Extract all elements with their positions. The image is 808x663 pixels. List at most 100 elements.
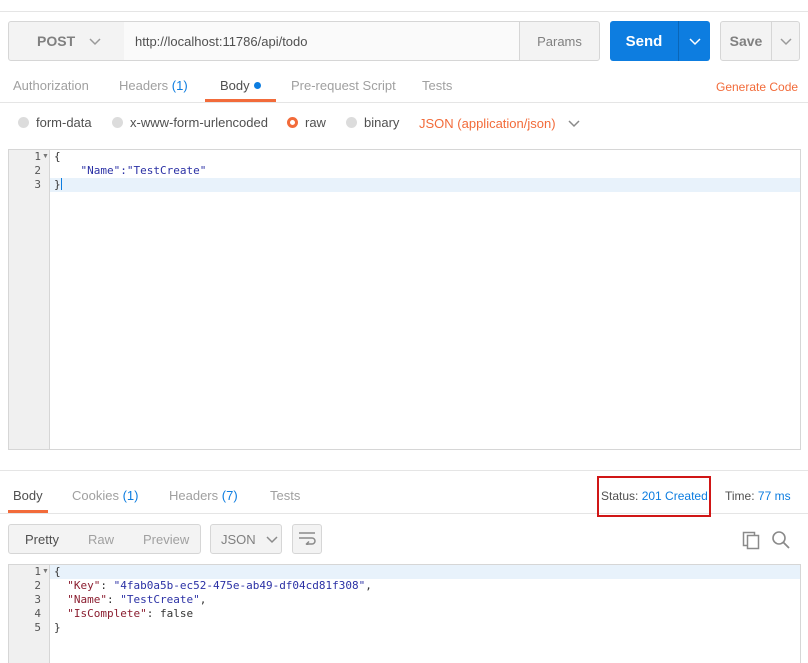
tab-tests[interactable]: Tests bbox=[422, 78, 452, 93]
tab-pre-request-script[interactable]: Pre-request Script bbox=[291, 78, 396, 93]
code-line: { bbox=[54, 150, 61, 163]
line-gutter bbox=[9, 150, 50, 449]
tab-label: Tests bbox=[270, 488, 301, 503]
code-line: "Name":"TestCreate" bbox=[54, 164, 207, 177]
json-key: "Name" bbox=[67, 593, 107, 606]
line-number: 1 bbox=[34, 150, 41, 163]
fold-arrow-icon[interactable]: ▼ bbox=[42, 150, 49, 164]
save-button[interactable]: Save bbox=[721, 22, 771, 60]
send-label: Send bbox=[625, 32, 663, 50]
tab-label: Body bbox=[13, 488, 43, 503]
status-highlight-box bbox=[597, 476, 711, 517]
code-line: } bbox=[54, 621, 61, 635]
code-line: { bbox=[54, 565, 61, 579]
radio-circle-icon bbox=[112, 117, 123, 128]
save-options-button[interactable] bbox=[772, 22, 799, 60]
tab-label: Headers bbox=[169, 488, 219, 503]
tab-label: Cookies bbox=[72, 488, 119, 503]
radio-circle-icon bbox=[18, 117, 29, 128]
time-readout: Time: 77 ms bbox=[725, 489, 791, 503]
fold-arrow-icon[interactable]: ▼ bbox=[42, 565, 49, 579]
chevron-down-icon bbox=[568, 116, 580, 131]
generate-code-link[interactable]: Generate Code bbox=[716, 80, 798, 94]
line-number: 1 bbox=[34, 565, 41, 578]
response-body-viewer[interactable]: 1 ▼ 2 3 4 5 { "Key": "4fab0a5b-ec52-475e… bbox=[8, 564, 801, 663]
json-key: "IsComplete" bbox=[67, 607, 147, 620]
modified-dot-icon bbox=[253, 82, 261, 89]
code-text: } bbox=[54, 178, 61, 191]
json-key: "Key" bbox=[67, 579, 101, 592]
tab-authorization[interactable]: Authorization bbox=[13, 78, 89, 93]
response-tab-tests[interactable]: Tests bbox=[270, 488, 300, 503]
send-button[interactable]: Send bbox=[610, 21, 678, 61]
format-label: JSON bbox=[221, 531, 256, 547]
params-button[interactable]: Params bbox=[519, 21, 600, 61]
line-number: 3 bbox=[34, 178, 41, 191]
send-button-group: Send bbox=[610, 21, 710, 61]
json-value: "TestCreate" bbox=[120, 593, 200, 606]
tab-label: Headers bbox=[119, 78, 169, 93]
radio-label: form-data bbox=[36, 115, 92, 130]
response-tab-body[interactable]: Body bbox=[13, 488, 43, 503]
response-tab-headers[interactable]: Headers (7) bbox=[169, 488, 238, 503]
line-number: 2 bbox=[34, 164, 41, 177]
tab-label: Pre-request Script bbox=[291, 78, 396, 93]
time-label: Time: bbox=[725, 489, 755, 503]
url-input[interactable]: http://localhost:11786/api/todo bbox=[124, 21, 520, 61]
tab-count: (7) bbox=[221, 488, 238, 503]
response-divider bbox=[0, 470, 808, 471]
radio-label: x-www-form-urlencoded bbox=[130, 115, 268, 130]
view-raw-button[interactable]: Raw bbox=[88, 532, 114, 547]
line-number: 5 bbox=[34, 621, 41, 634]
chevron-down-icon bbox=[779, 34, 792, 49]
view-preview-button[interactable]: Preview bbox=[143, 532, 189, 547]
line-number: 2 bbox=[34, 579, 41, 592]
radio-form-data[interactable]: form-data bbox=[18, 115, 92, 130]
tab-body[interactable]: Body bbox=[220, 78, 261, 93]
radio-circle-icon bbox=[346, 117, 357, 128]
code-line: "IsComplete": false bbox=[67, 607, 194, 620]
tab-headers[interactable]: Headers (1) bbox=[119, 78, 188, 93]
send-options-button[interactable] bbox=[679, 21, 710, 61]
chevron-down-icon bbox=[266, 532, 278, 547]
json-value: "4fab0a5b-ec52-475e-ab49-df04cd81f308" bbox=[113, 579, 366, 592]
time-value[interactable]: 77 ms bbox=[758, 489, 791, 503]
code-line: "Name": "TestCreate", bbox=[67, 593, 207, 606]
code-line-last: } bbox=[54, 178, 62, 192]
response-tab-cookies[interactable]: Cookies (1) bbox=[72, 488, 138, 503]
radio-binary[interactable]: binary bbox=[346, 115, 399, 130]
radio-x-www-form-urlencoded[interactable]: x-www-form-urlencoded bbox=[112, 115, 268, 130]
code-brace: } bbox=[54, 621, 61, 634]
text-cursor bbox=[60, 178, 62, 190]
content-type-label: JSON (application/json) bbox=[419, 116, 556, 131]
chevron-down-icon bbox=[688, 34, 701, 49]
tab-count: (1) bbox=[122, 488, 139, 503]
tab-count: (1) bbox=[171, 78, 188, 93]
method-select[interactable]: POST bbox=[8, 21, 125, 61]
radio-selected-icon bbox=[287, 117, 298, 128]
copy-icon[interactable] bbox=[741, 530, 761, 553]
tab-label: Body bbox=[220, 78, 250, 93]
view-mode-group: Pretty Raw Preview bbox=[8, 524, 201, 554]
active-line-highlight bbox=[50, 178, 800, 192]
view-pretty-button[interactable]: Pretty bbox=[25, 532, 59, 547]
url-text: http://localhost:11786/api/todo bbox=[135, 33, 308, 49]
content-type-select[interactable]: JSON (application/json) bbox=[419, 116, 580, 131]
format-select[interactable]: JSON bbox=[210, 524, 282, 554]
wrap-lines-button[interactable] bbox=[292, 524, 322, 554]
method-label: POST bbox=[37, 33, 76, 49]
radio-raw[interactable]: raw bbox=[287, 115, 326, 130]
line-number: 4 bbox=[34, 607, 41, 620]
save-label: Save bbox=[729, 33, 763, 49]
radio-label: raw bbox=[305, 115, 326, 130]
line-number: 3 bbox=[34, 593, 41, 606]
chevron-down-icon bbox=[89, 34, 101, 49]
tab-label: Authorization bbox=[13, 78, 89, 93]
tabs-divider bbox=[0, 102, 808, 103]
params-label: Params bbox=[537, 33, 582, 49]
tab-label: Tests bbox=[422, 78, 453, 93]
active-line-highlight bbox=[50, 565, 800, 579]
search-icon[interactable] bbox=[771, 530, 791, 553]
code-brace: { bbox=[54, 565, 61, 578]
request-body-editor[interactable]: 1 ▼ 2 3 { "Name":"TestCreate" } bbox=[8, 149, 801, 450]
